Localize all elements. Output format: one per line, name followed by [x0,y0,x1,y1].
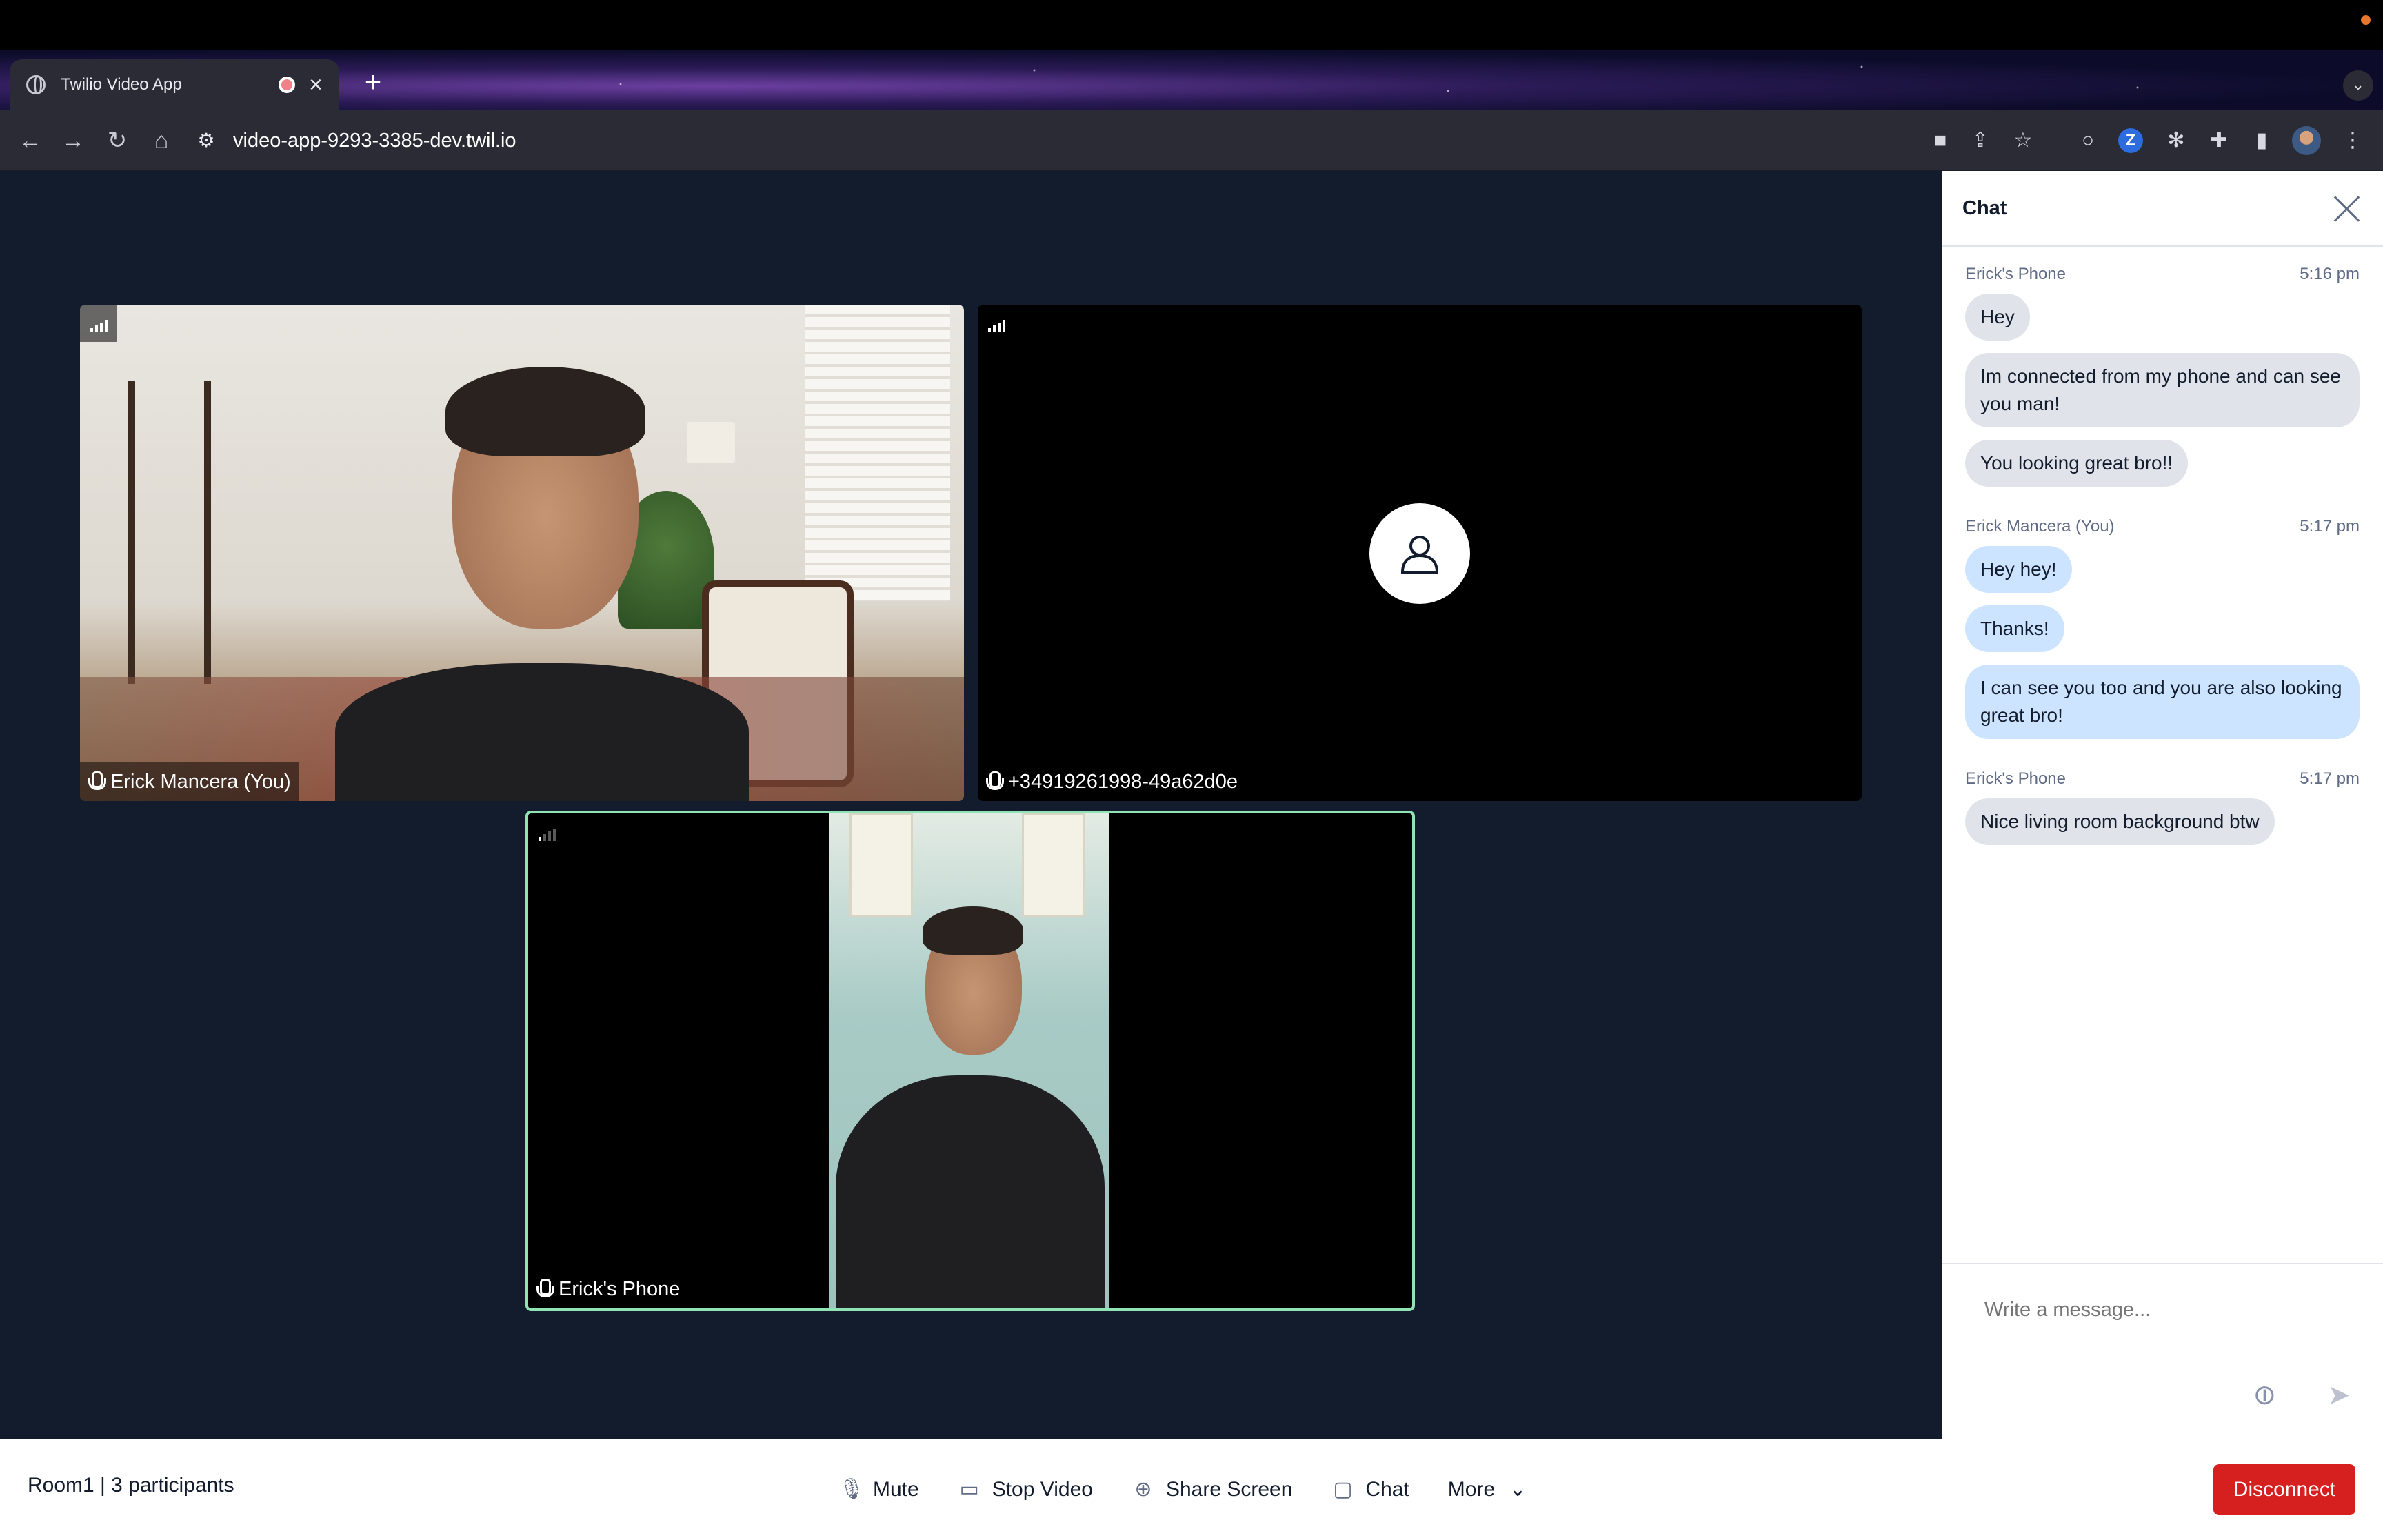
disconnect-button[interactable]: Disconnect [2213,1464,2355,1515]
user-icon [1400,536,1439,574]
message-author: Erick's Phone [1965,265,2066,283]
new-tab-button[interactable]: + [356,65,390,99]
os-menu-bar [0,0,2383,50]
forward-icon[interactable]: → [58,125,88,156]
avatar-placeholder [1369,503,1470,604]
back-icon[interactable]: ← [15,125,46,156]
message-author: Erick's Phone [1965,769,2066,788]
microphone-icon [986,771,1004,792]
profile-avatar-icon[interactable] [2292,126,2321,155]
message-bubble: Nice living room background btw [1965,798,2275,845]
stop-video-label: Stop Video [992,1478,1093,1501]
more-button[interactable]: More ⌄ [1448,1466,1529,1514]
chat-input-area: ⊘ ➤ [1942,1263,2383,1439]
control-bar: Room1 | 3 participants 🎙 Mute ▭ Stop Vid… [0,1439,2383,1540]
message-time: 5:17 pm [2300,769,2360,788]
message-bubble: Hey [1965,294,2030,341]
message-bubble: Thanks! [1965,605,2064,652]
participant-name-tag: Erick's Phone [528,1270,688,1308]
participant-tile-local[interactable]: Erick Mancera (You) [80,305,964,801]
more-label: More [1447,1478,1496,1501]
message-input[interactable] [1984,1299,2329,1321]
chat-bubble-icon: ▢ [1333,1478,1353,1501]
attach-file-icon[interactable]: ⊘ [2241,1372,2288,1419]
message-time: 5:16 pm [2300,265,2360,283]
participant-name-tag: +34919261998-49a62d0e [978,762,1246,801]
message-bubble: I can see you too and you are also looki… [1965,665,2360,739]
microphone-icon [536,1279,554,1299]
home-icon[interactable]: ⌂ [146,125,177,156]
tab-search-button[interactable]: ⌄ [2343,70,2373,101]
share-screen-icon: ⊕ [1134,1478,1152,1501]
chat-title: Chat [1962,196,2007,219]
room-info: Room1 | 3 participants [28,1474,234,1497]
share-icon[interactable]: ⇪ [1965,125,1995,156]
video-app: Erick Mancera (You) +34919261998-49a62d0… [0,171,2383,1540]
participant-tile-phone[interactable]: Erick's Phone [525,811,1415,1311]
participant-name: +34919261998-49a62d0e [1008,770,1238,793]
video-camera-icon: ▭ [959,1478,979,1501]
send-icon[interactable]: ➤ [2322,1379,2355,1412]
globe-icon [26,75,46,94]
share-screen-button[interactable]: ⊕ Share Screen [1132,1466,1292,1514]
react-devtools-icon[interactable]: ✻ [2161,125,2191,156]
close-tab-icon[interactable]: × [309,73,323,97]
menu-kebab-icon[interactable]: ⋮ [2337,125,2368,156]
chat-header: Chat [1942,171,2383,247]
close-icon[interactable] [2332,193,2362,223]
participant-name-tag: Erick Mancera (You) [80,762,299,801]
network-quality-icon [978,305,1015,342]
chat-label: Chat [1365,1478,1409,1501]
browser-tab[interactable]: Twilio Video App × [10,59,339,110]
message-time: 5:17 pm [2300,517,2360,536]
reload-icon[interactable]: ↻ [102,125,132,156]
mute-button[interactable]: 🎙 Mute [838,1466,919,1514]
stop-video-button[interactable]: ▭ Stop Video [958,1466,1093,1514]
address-bar: ← → ↻ ⌂ ⚙ video-app-9293-3385-dev.twil.i… [0,110,2383,171]
participant-video [829,813,1109,1308]
extensions-puzzle-icon[interactable]: ✚ [2204,125,2234,156]
call-controls: 🎙 Mute ▭ Stop Video ⊕ Share Screen ▢ Cha… [838,1466,1529,1514]
recording-icon [279,77,296,93]
message-bubble: Im connected from my phone and can see y… [1965,353,2360,427]
chat-panel: Chat Erick's Phone 5:16 pm Hey Im connect… [1942,171,2383,1439]
site-info-icon[interactable]: ⚙ [194,129,218,152]
message-group: Erick Mancera (You) 5:17 pm Hey hey! Than… [1965,517,2360,751]
participant-name: Erick Mancera (You) [110,770,291,793]
omnibox[interactable]: ⚙ video-app-9293-3385-dev.twil.io [194,119,2042,163]
mute-label: Mute [873,1478,919,1501]
network-quality-icon [80,305,117,342]
participant-video [80,305,964,801]
message-bubble: You looking great bro!! [1965,440,2189,487]
participant-name: Erick's Phone [559,1277,681,1300]
recording-indicator-icon [2361,15,2371,25]
side-panel-icon[interactable]: ▮ [2246,125,2277,156]
participant-tile-remote[interactable]: +34919261998-49a62d0e [978,305,1862,801]
camera-icon[interactable]: ■ [1925,125,1955,156]
bookmark-star-icon[interactable]: ☆ [2008,125,2038,156]
extension-circle-icon[interactable]: ○ [2073,125,2103,156]
microphone-icon [88,771,106,792]
microphone-icon: 🎙 [838,1478,865,1501]
participant-stage: Erick Mancera (You) +34919261998-49a62d0… [0,171,1942,1439]
share-screen-label: Share Screen [1165,1478,1293,1501]
chat-button[interactable]: ▢ Chat [1331,1466,1409,1514]
message-group: Erick's Phone 5:17 pm Nice living room ba… [1965,769,2360,858]
message-group: Erick's Phone 5:16 pm Hey Im connected fr… [1965,265,2360,499]
network-quality-icon [528,813,565,851]
extension-z-icon[interactable]: Z [2118,128,2143,153]
chevron-down-icon: ⌄ [1509,1478,1527,1501]
message-list: Erick's Phone 5:16 pm Hey Im connected fr… [1942,248,2383,875]
url-text[interactable]: video-app-9293-3385-dev.twil.io [233,130,516,152]
message-author: Erick Mancera (You) [1965,517,2115,536]
tab-strip: Twilio Video App × + ⌄ [0,50,2383,110]
tab-title: Twilio Video App [61,75,182,94]
message-bubble: Hey hey! [1965,546,2072,593]
